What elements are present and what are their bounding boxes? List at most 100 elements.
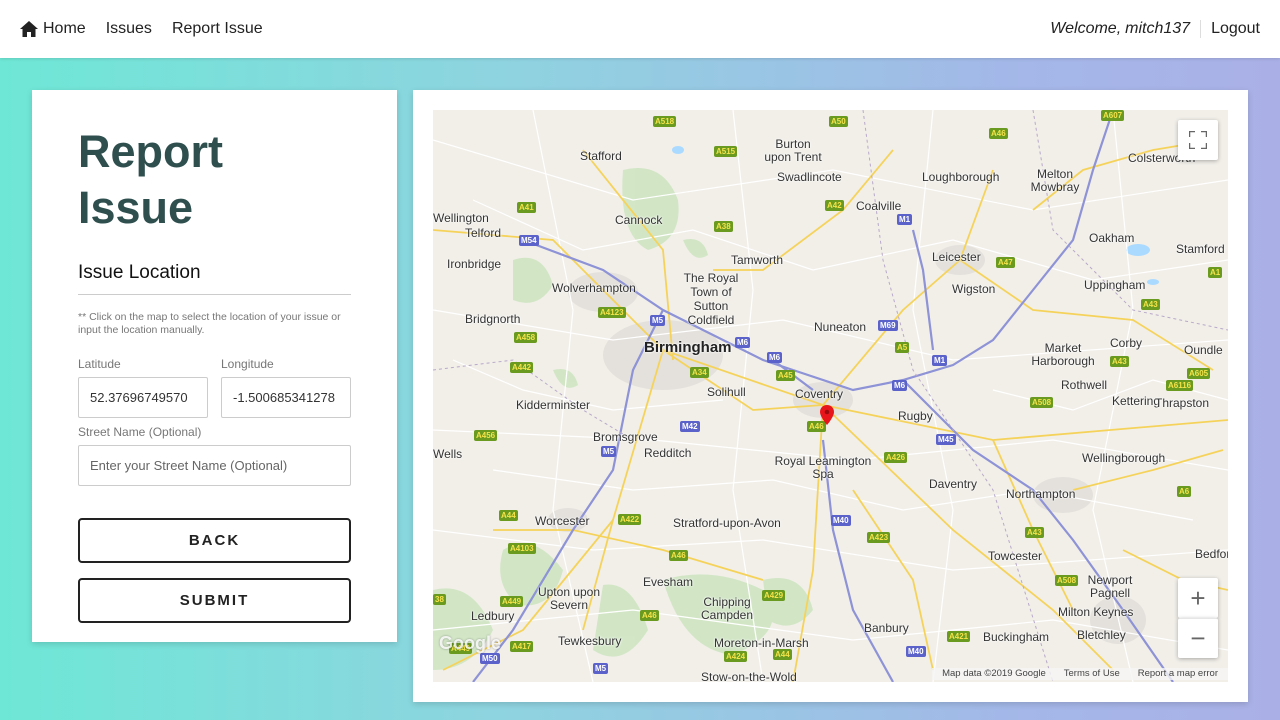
- place-label-line: Royal Leamington Spa: [774, 454, 872, 481]
- welcome-prefix: Welcome,: [1050, 20, 1122, 37]
- road-shield: A421: [947, 631, 971, 642]
- road-shield: A442: [510, 362, 534, 373]
- map-marker-icon[interactable]: [820, 405, 834, 425]
- place-label: The Royal Town of Sutton Coldfield: [673, 271, 749, 327]
- place-label: Bromsgrove: [593, 430, 658, 444]
- username: mitch137: [1125, 20, 1191, 37]
- place-label: Ledbury: [471, 609, 515, 623]
- street-name-label: Street Name (Optional): [78, 425, 202, 439]
- road-shield: A42: [825, 200, 844, 211]
- place-label: Coventry: [795, 387, 844, 401]
- place-label: Thrapston: [1155, 396, 1210, 410]
- place-label: Melton Mowbray: [1027, 168, 1083, 194]
- place-label-line: Market Harborough: [1031, 341, 1095, 368]
- latitude-input[interactable]: [78, 377, 208, 418]
- road-shield: 38: [433, 594, 446, 605]
- coordinates-row: Latitude Longitude: [78, 357, 351, 418]
- place-label: Buckingham: [983, 630, 1050, 644]
- place-label-line: The Royal Town of Sutton Coldfield: [683, 271, 739, 327]
- road-shield: M45: [936, 434, 956, 445]
- road-shield: A508: [1030, 397, 1054, 408]
- place-label: Market Harborough: [1027, 342, 1099, 368]
- place-label: Wells: [433, 447, 463, 461]
- place-label: Northampton: [1006, 487, 1076, 501]
- place-label: Coalville: [856, 199, 902, 213]
- road-shield: A34: [690, 367, 709, 378]
- place-label: Oundle: [1184, 343, 1223, 357]
- place-label: Telford: [465, 226, 502, 240]
- road-shield: A43: [1110, 356, 1129, 367]
- longitude-input[interactable]: [221, 377, 351, 418]
- road-shield: A417: [510, 641, 534, 652]
- road-shield: M1: [932, 355, 948, 366]
- road-shield: A38: [714, 221, 733, 232]
- home-icon: [20, 21, 38, 37]
- place-label: Rugby: [898, 409, 933, 423]
- map-data-credit: Map data ©2019 Google: [942, 668, 1046, 679]
- road-shield: M6: [735, 337, 751, 348]
- section-title-issue-location: Issue Location: [78, 262, 351, 295]
- zoom-in-button[interactable]: +: [1178, 578, 1218, 618]
- place-label: Cannock: [615, 213, 663, 227]
- road-shield: A607: [1101, 110, 1125, 121]
- road-shield: A426: [884, 452, 908, 463]
- place-label: Stratford-upon-Avon: [673, 516, 781, 530]
- road-shield: M5: [593, 663, 609, 674]
- place-label: Nuneaton: [814, 320, 867, 334]
- place-label: Leicester: [932, 250, 981, 264]
- nav-home-link[interactable]: Home: [20, 20, 86, 38]
- road-shield: A44: [773, 649, 792, 660]
- road-shield: A50: [829, 116, 848, 127]
- road-shield: A45: [776, 370, 795, 381]
- zoom-out-button[interactable]: −: [1178, 618, 1218, 658]
- road-shield: A515: [714, 146, 738, 157]
- submit-button[interactable]: SUBMIT: [78, 578, 351, 623]
- road-shield: M40: [906, 646, 926, 657]
- map-attribution: Map data ©2019 Google Terms of Use Repor…: [932, 668, 1228, 680]
- nav-right: Welcome, mitch137 Logout: [1050, 20, 1260, 38]
- street-name-input[interactable]: [78, 445, 351, 486]
- longitude-group: Longitude: [221, 357, 351, 418]
- place-label-major: Birmingham: [644, 339, 732, 356]
- map-canvas[interactable]: Stafford Burton upon Trent Swadlincote L…: [433, 110, 1228, 682]
- back-button[interactable]: BACK: [78, 518, 351, 563]
- place-label: Daventry: [929, 477, 978, 491]
- place-label: Corby: [1110, 336, 1143, 350]
- road-shield: A46: [989, 128, 1008, 139]
- road-shield: M40: [831, 515, 851, 526]
- place-label: Bridgnorth: [465, 312, 521, 326]
- fullscreen-icon: [1189, 131, 1207, 149]
- place-label-line: Melton Mowbray: [1030, 167, 1080, 194]
- place-label: Bedford: [1195, 547, 1228, 561]
- nav-report-issue-link[interactable]: Report Issue: [172, 20, 263, 38]
- road-shield: M42: [680, 421, 700, 432]
- road-shield: A518: [653, 116, 677, 127]
- nav-left: Home Issues Report Issue: [20, 20, 263, 38]
- place-label: Upton upon Severn: [536, 586, 602, 612]
- road-shield: A47: [996, 257, 1015, 268]
- help-text: ** Click on the map to select the locati…: [78, 311, 341, 336]
- place-label: Banbury: [864, 621, 909, 635]
- longitude-label: Longitude: [221, 357, 274, 371]
- fullscreen-button[interactable]: [1178, 120, 1218, 160]
- road-shield: M5: [601, 446, 617, 457]
- terms-of-use-link[interactable]: Terms of Use: [1064, 668, 1120, 680]
- place-label-line: Upton upon Severn: [537, 585, 601, 612]
- map-card: Stafford Burton upon Trent Swadlincote L…: [413, 90, 1248, 702]
- page-title-line1: Report: [78, 126, 223, 177]
- place-label: Uppingham: [1084, 278, 1146, 292]
- place-label: Wigston: [952, 282, 996, 296]
- road-shield: A46: [669, 550, 688, 561]
- road-shield: M6: [892, 380, 908, 391]
- road-shield: A4103: [508, 543, 536, 554]
- road-shield: A1: [1208, 267, 1223, 278]
- place-label: Bletchley: [1077, 628, 1126, 642]
- road-shield: A5: [895, 342, 910, 353]
- place-label: Redditch: [644, 446, 692, 460]
- latitude-group: Latitude: [78, 357, 208, 418]
- nav-issues-link[interactable]: Issues: [106, 20, 152, 38]
- road-shield: A456: [474, 430, 498, 441]
- logout-link[interactable]: Logout: [1201, 20, 1260, 38]
- report-map-error-link[interactable]: Report a map error: [1138, 668, 1218, 680]
- place-label: Burton upon Trent: [763, 138, 823, 164]
